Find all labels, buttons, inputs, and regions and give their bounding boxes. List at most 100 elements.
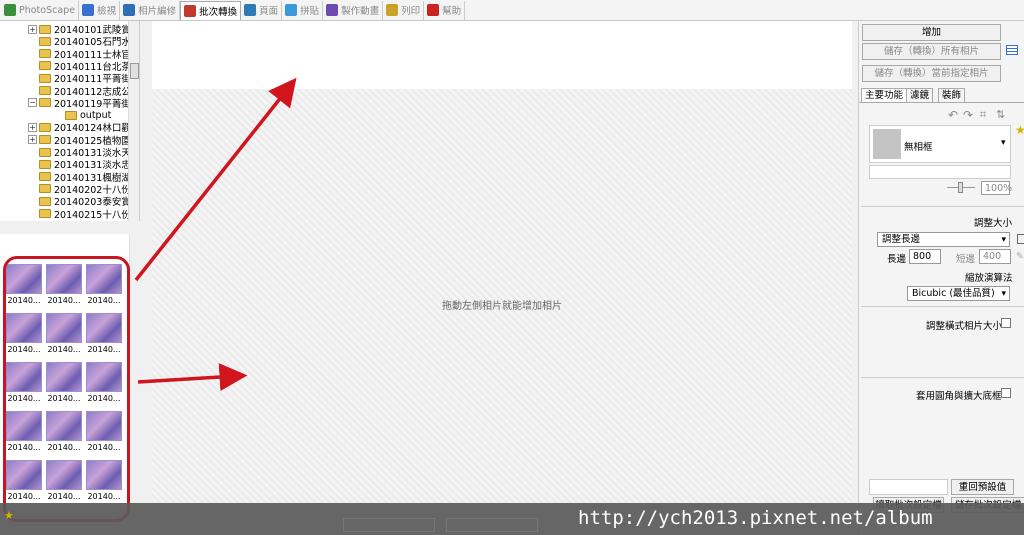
expander-icon[interactable]: + (28, 135, 37, 145)
expander-icon[interactable]: + (28, 122, 37, 132)
folder-item[interactable]: +20140125植物園 (28, 134, 131, 147)
folder-item[interactable]: 20140111台北茶 (28, 60, 131, 73)
folder-name: 20140111士林官 (54, 49, 131, 61)
sort-icon[interactable]: ⇅ (996, 108, 1005, 121)
frame-option-field[interactable] (869, 165, 1011, 179)
folder-item[interactable]: 20140131淡水忠 (28, 158, 131, 172)
photo-filename: 20140... (7, 492, 41, 501)
tab-4[interactable]: 頁面 (241, 0, 283, 20)
crop-icon[interactable]: ⌗ (980, 108, 986, 122)
photo-thumbnail[interactable]: 20140... (86, 264, 122, 305)
chevron-down-icon[interactable]: ▾ (1001, 138, 1006, 148)
tab-5[interactable]: 拼貼 (282, 0, 324, 20)
photo-preview (46, 264, 82, 294)
photo-thumbnail[interactable]: 20140... (6, 411, 42, 452)
folder-item[interactable]: − 20140119平菁街 (28, 97, 131, 110)
folder-icon (39, 135, 51, 145)
photo-filename: 20140... (87, 394, 121, 403)
folder-icon (39, 196, 51, 206)
photo-thumbnail[interactable]: 20140... (46, 460, 82, 501)
folder-item[interactable]: 20140112志成公 (28, 85, 131, 98)
tree-vertical-scrollbar[interactable] (128, 21, 139, 221)
tab-label: 頁面 (259, 6, 279, 17)
landscape-resize-checkbox[interactable] (1001, 318, 1011, 328)
photo-preview (6, 411, 42, 441)
folder-item[interactable]: 20140111士林官 (28, 48, 131, 61)
settings-panel: 增加 儲存（轉換）所有相片 儲存（轉換）當前指定相片 主要功能 濾鏡 裝飾 ↶ … (858, 21, 1024, 535)
photo-thumbnail[interactable]: 20140... (6, 264, 42, 305)
tab-main-functions[interactable]: 主要功能 (861, 88, 908, 103)
reset-defaults-button[interactable]: 重回預設值 (951, 479, 1014, 495)
frame-selector[interactable]: 無相框 ▾ (869, 125, 1011, 163)
algorithm-select[interactable]: Bicubic (最佳品質) (907, 286, 1010, 301)
photo-thumbnail[interactable]: 20140... (46, 313, 82, 354)
folder-item[interactable]: 20140131楓樹湖 (28, 171, 131, 184)
list-view-icon[interactable] (1006, 45, 1018, 55)
long-side-label: 長邊 (887, 254, 907, 265)
tab-1[interactable]: 檢視 (79, 0, 121, 20)
opacity-slider-thumb[interactable] (958, 182, 963, 193)
tab-filters[interactable]: 濾鏡 (906, 88, 934, 103)
expander-icon[interactable]: − (28, 98, 37, 108)
folder-icon (39, 73, 51, 83)
short-side-input[interactable]: 400 (979, 249, 1011, 264)
add-button[interactable]: 增加 (862, 24, 1001, 41)
folder-item[interactable]: 20140105石門水 (28, 35, 131, 48)
photo-thumbnail[interactable]: 20140... (86, 362, 122, 403)
favorite-star-icon[interactable]: ★ (4, 509, 14, 522)
folder-name: 20140125植物園 (54, 135, 131, 147)
resize-mode-select[interactable]: 調整長邊 (877, 232, 1010, 247)
tab-0[interactable]: PhotoScape (1, 0, 80, 20)
photo-preview (6, 460, 42, 490)
folder-item[interactable]: 20140203泰安賞 (28, 195, 131, 208)
tab-decorations[interactable]: 裝飾 (938, 88, 966, 103)
folder-icon (39, 49, 51, 59)
save-all-button[interactable]: 儲存（轉換）所有相片 (862, 43, 1001, 60)
photo-thumbnail[interactable]: 20140... (86, 460, 122, 501)
folder-name: 20140131楓樹湖 (54, 172, 131, 184)
photo-thumbnail[interactable]: 20140... (6, 460, 42, 501)
redo-icon[interactable]: ↷ (963, 108, 973, 122)
folder-item[interactable]: 20140111平菁街 (28, 72, 131, 85)
star-icon[interactable]: ★ (1015, 123, 1024, 137)
tab-icon (184, 4, 197, 17)
tab-6[interactable]: 製作動畫 (323, 0, 384, 20)
tab-3[interactable]: 批次轉換 (180, 0, 242, 20)
tab-2[interactable]: 相片編修 (120, 0, 181, 20)
folder-name: 20140124林口觀 (54, 123, 131, 135)
folder-item[interactable]: output (54, 109, 111, 121)
main-tab-bar: PhotoScape 檢視 相片編修 批次轉換 頁面 拼貼 製作動畫 列印 幫助 (0, 0, 1024, 21)
folder-item[interactable]: +20140124林口觀 (28, 121, 131, 135)
folder-item[interactable]: 20140131淡水天 (28, 146, 131, 159)
photo-thumbnail[interactable]: 20140... (46, 362, 82, 403)
photo-thumbnail[interactable]: 20140... (46, 264, 82, 305)
folder-item[interactable]: 20140202十八份 (28, 183, 131, 196)
tab-8[interactable]: 幫助 (424, 0, 466, 20)
expand-icon[interactable] (1017, 234, 1024, 244)
folder-name: output (80, 109, 112, 121)
photo-thumbnail[interactable]: 20140... (6, 362, 42, 403)
opacity-value[interactable]: 100% (981, 181, 1012, 195)
undo-icon[interactable]: ↶ (948, 108, 958, 122)
thumbnail-scrollbar[interactable] (129, 234, 140, 510)
folder-item[interactable]: +20140101武陵賞 (28, 23, 131, 36)
photo-thumbnail[interactable]: 20140... (46, 411, 82, 452)
landscape-resize-label: 調整橫式相片大小 (926, 321, 1003, 332)
tab-label: 檢視 (97, 6, 117, 17)
folder-item[interactable]: 20140215十八份 (28, 208, 131, 221)
rounded-corner-checkbox[interactable] (1001, 388, 1011, 398)
tab-7[interactable]: 列印 (383, 0, 425, 20)
save-selected-button[interactable]: 儲存（轉換）當前指定相片 (862, 65, 1001, 82)
photo-thumbnail[interactable]: 20140... (86, 313, 122, 354)
expander-icon[interactable]: + (28, 24, 37, 34)
photo-thumbnail[interactable]: 20140... (86, 411, 122, 452)
scroll-thumb[interactable] (130, 63, 139, 79)
pencil-icon[interactable]: ✎ (1016, 251, 1024, 262)
folder-icon (39, 147, 51, 157)
long-side-input[interactable]: 800 (909, 249, 941, 264)
folder-name: 20140131淡水忠 (54, 160, 131, 172)
photo-thumbnail[interactable]: 20140... (6, 313, 42, 354)
photo-thumbnail-list[interactable]: 20140... 20140... 20140... 20140... 20140...… (0, 234, 140, 510)
folder-tree[interactable]: 20140215十八份 20140203泰安賞 20140202十八份 2014013… (0, 21, 140, 221)
batch-photo-canvas[interactable]: 拖動左側相片就能增加相片 (152, 89, 852, 503)
